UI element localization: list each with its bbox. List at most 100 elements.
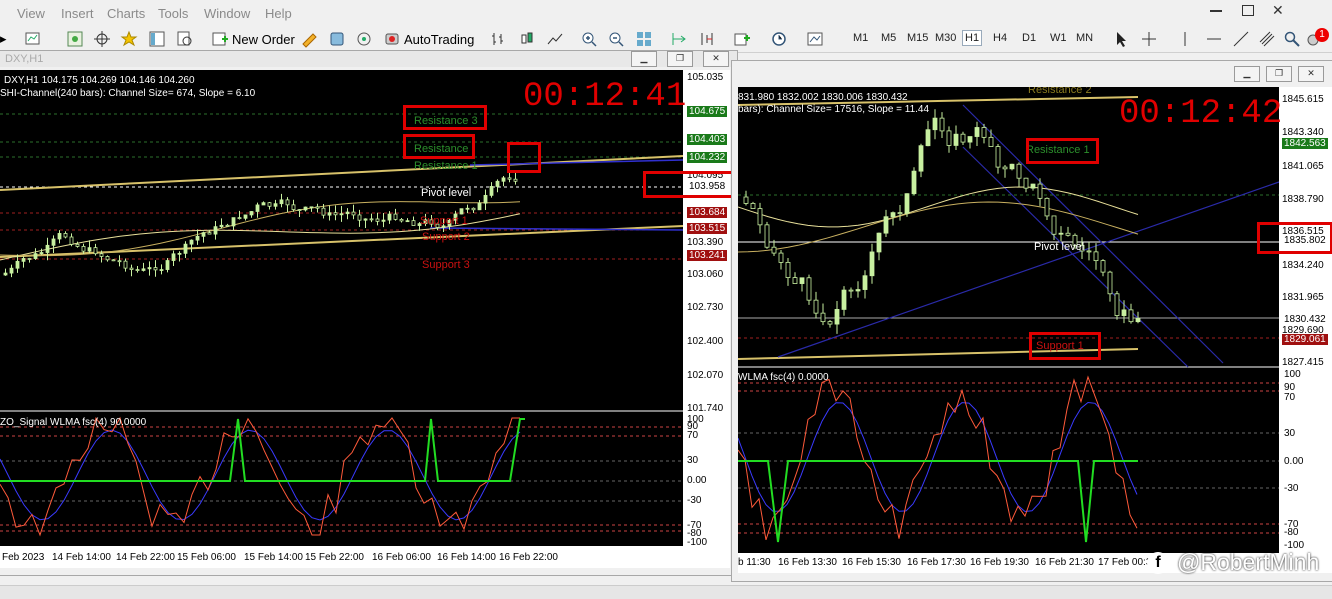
crosshair-move-icon[interactable]: [93, 29, 111, 49]
timeframe-h4[interactable]: H4: [993, 32, 1007, 44]
left-time-axis-tick-2: 14 Feb 22:00: [116, 552, 175, 563]
autotrading-button[interactable]: AutoTrading: [383, 29, 474, 49]
right-candle: [771, 246, 777, 254]
left-candle: [105, 256, 110, 261]
timeframe-h1[interactable]: H1: [962, 30, 983, 46]
left-candle: [39, 252, 44, 254]
maximize-icon[interactable]: [1242, 5, 1254, 16]
periodicity-icon[interactable]: [770, 29, 788, 49]
channel-icon[interactable]: [1258, 29, 1276, 49]
tester-icon[interactable]: [176, 29, 194, 49]
indicators-icon[interactable]: [733, 29, 751, 49]
line-chart-icon[interactable]: [546, 29, 564, 49]
auto-scroll-icon[interactable]: [670, 29, 688, 49]
left-candle: [297, 209, 302, 211]
left-price-axis-tick-8: 103.390: [687, 237, 724, 248]
menu-help[interactable]: Help: [265, 6, 292, 21]
vertical-line-icon[interactable]: [1176, 29, 1194, 49]
menu-charts[interactable]: Charts: [107, 6, 145, 21]
profiles-icon[interactable]: [66, 29, 84, 49]
cursor-icon[interactable]: [1112, 29, 1130, 49]
right-close-button[interactable]: ✕: [1298, 66, 1324, 82]
timeframe-m5[interactable]: M5: [881, 32, 896, 44]
zoom-in-icon[interactable]: [580, 29, 598, 49]
timeframe-w1[interactable]: W1: [1050, 32, 1067, 44]
left-maximize-button[interactable]: ❐: [667, 51, 693, 67]
left-resistance3-highlight: [403, 105, 487, 130]
right-candle: [1023, 177, 1029, 189]
right-osc-axis-tick-4: 0.00: [1284, 456, 1304, 467]
right-maximize-button[interactable]: ❐: [1266, 66, 1292, 82]
crosshair-icon[interactable]: [1140, 29, 1158, 49]
horizontal-line-icon[interactable]: [1205, 29, 1223, 49]
metaeditor-icon[interactable]: [300, 29, 318, 49]
favorites-icon[interactable]: [120, 29, 138, 49]
left-candle: [111, 259, 116, 262]
trendline-icon[interactable]: [1232, 29, 1250, 49]
toolbar-arrow-icon[interactable]: ▸: [0, 29, 7, 49]
right-resistance1-highlight: [1026, 138, 1099, 164]
right-candle: [974, 127, 980, 137]
right-candle: [953, 133, 959, 146]
right-price-axis-tick-1: 1843.340: [1282, 127, 1324, 138]
left-candle: [369, 218, 374, 221]
left-candle: [363, 218, 368, 221]
timeframe-mn[interactable]: MN: [1076, 32, 1093, 44]
right-candle: [1009, 163, 1015, 170]
menu-view[interactable]: View: [17, 6, 45, 21]
left-close-button[interactable]: ✕: [703, 51, 729, 67]
menu-insert[interactable]: Insert: [61, 6, 94, 21]
left-candle: [405, 220, 410, 223]
left-price-axis-tick-14: 101.740: [687, 403, 724, 414]
left-candle: [339, 213, 344, 216]
right-candle: [841, 289, 847, 310]
left-candle: [459, 208, 464, 215]
right-time-axis-tick-4: 16 Feb 19:30: [970, 557, 1029, 568]
left-candle: [507, 177, 512, 180]
minimize-icon[interactable]: [1210, 10, 1222, 12]
chart-shift-icon[interactable]: [698, 29, 716, 49]
left-minimize-button[interactable]: ▁: [631, 51, 657, 67]
right-time-axis-tick-6: 17 Feb 00:3: [1098, 557, 1152, 568]
right-candle: [1037, 183, 1043, 199]
left-candle: [243, 214, 248, 219]
market-icon[interactable]: [355, 29, 373, 49]
right-chart[interactable]: 831.980 1832.002 1830.006 1830.432 bars)…: [738, 87, 1332, 573]
new-order-button[interactable]: New Order: [211, 29, 295, 49]
timeframe-m1[interactable]: M1: [853, 32, 868, 44]
left-osc-axis-tick-3: 30: [687, 455, 699, 466]
timeframe-d1[interactable]: D1: [1022, 32, 1036, 44]
right-candle: [890, 212, 896, 218]
menu-window[interactable]: Window: [204, 6, 250, 21]
right-time-axis-tick-0: b 11:30: [738, 557, 771, 568]
right-candle: [932, 117, 938, 131]
menu-tools[interactable]: Tools: [158, 6, 188, 21]
close-icon[interactable]: ✕: [1272, 2, 1284, 19]
left-candle: [21, 258, 26, 262]
left-candle: [195, 235, 200, 241]
bar-chart-icon[interactable]: [490, 29, 508, 49]
left-osc-axis-tick-4: 0.00: [687, 475, 707, 486]
timeframe-m30[interactable]: M30: [935, 32, 956, 44]
right-price-axis-tick-12: 1827.415: [1282, 357, 1324, 368]
left-candle: [291, 204, 296, 210]
notification-icon[interactable]: 1: [1305, 28, 1329, 49]
search-icon[interactable]: [1283, 29, 1301, 49]
templates-icon[interactable]: [806, 29, 824, 49]
candlestick-icon[interactable]: [518, 29, 536, 49]
zoom-out-icon[interactable]: [607, 29, 625, 49]
right-candle: [960, 133, 966, 143]
left-candle: [285, 199, 290, 206]
tile-windows-icon[interactable]: [635, 29, 653, 49]
left-candle: [183, 243, 188, 254]
timeframe-m15[interactable]: M15: [907, 32, 928, 44]
signals-icon[interactable]: [328, 29, 346, 49]
left-chart[interactable]: DXY,H1 104.175 104.269 104.146 104.260 S…: [0, 70, 730, 568]
new-chart-icon[interactable]: [24, 29, 42, 49]
navigator-icon[interactable]: [148, 29, 166, 49]
right-up-channel: [777, 181, 1280, 358]
right-candle: [757, 208, 763, 226]
left-price-axis-tick-7: 103.515: [687, 223, 728, 234]
right-minimize-button[interactable]: ▁: [1234, 66, 1260, 82]
left-candle: [231, 217, 236, 227]
